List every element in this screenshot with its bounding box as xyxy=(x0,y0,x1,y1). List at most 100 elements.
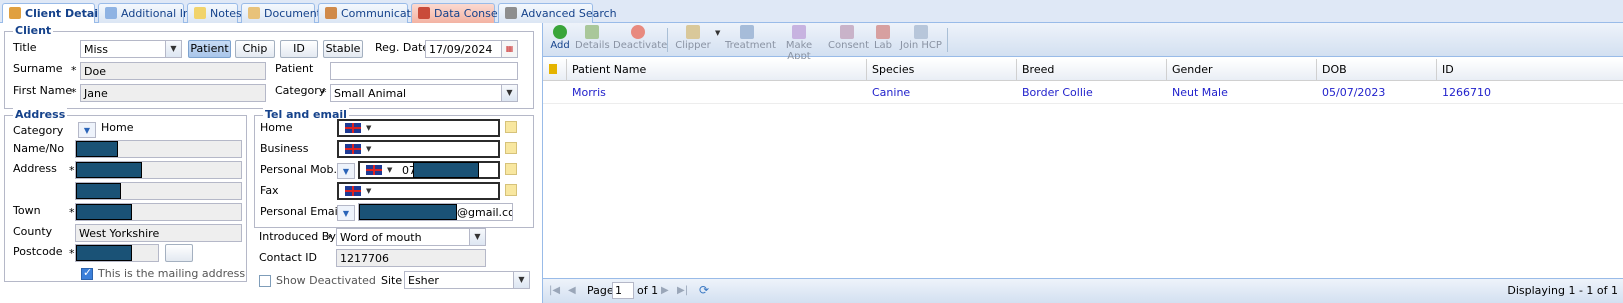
binoculars-icon xyxy=(505,7,517,19)
chevron-down-icon[interactable]: ▼ xyxy=(366,124,371,132)
required-marker: * xyxy=(321,86,327,99)
add-button[interactable]: Add xyxy=(549,25,571,51)
column-dob[interactable]: DOB xyxy=(1317,59,1437,81)
tab-data-consent[interactable]: Data Consent xyxy=(411,3,509,23)
delete-icon xyxy=(631,25,645,39)
chevron-down-icon[interactable]: ▼ xyxy=(366,187,371,195)
show-deactivated-checkbox[interactable] xyxy=(259,275,271,287)
lab-button[interactable]: Lab xyxy=(871,25,895,51)
chevron-down-icon[interactable]: ▼ xyxy=(501,85,517,101)
first-name-field[interactable]: Jane xyxy=(80,84,266,102)
page-count-label: of 1 xyxy=(637,284,659,297)
chevron-down-icon[interactable]: ▼ xyxy=(165,41,181,57)
calendar-icon xyxy=(792,25,806,39)
clipper-button[interactable]: Clipper xyxy=(673,25,713,51)
column-breed[interactable]: Breed xyxy=(1017,59,1167,81)
mobile-phone-input[interactable]: ▼ 07 xyxy=(358,161,500,179)
last-page-icon[interactable]: ▶| xyxy=(677,285,688,296)
cell-patient-name[interactable]: Morris xyxy=(567,82,867,104)
prev-page-icon[interactable]: ◀ xyxy=(568,285,576,296)
tab-client-details[interactable]: Client Details xyxy=(2,3,108,24)
business-phone-label: Business xyxy=(260,142,309,155)
refresh-icon[interactable]: ⟳ xyxy=(699,283,709,297)
note-icon[interactable] xyxy=(505,121,517,133)
postcode-lookup-button[interactable] xyxy=(165,244,193,262)
address-line1-field[interactable] xyxy=(75,161,242,179)
fax-input[interactable]: ▼ xyxy=(337,182,500,200)
column-gender[interactable]: Gender xyxy=(1167,59,1317,81)
consent-button[interactable]: Consent xyxy=(828,25,869,51)
tab-advanced-search[interactable]: Advanced Search xyxy=(498,3,617,23)
column-patient-name[interactable]: Patient Name xyxy=(567,59,867,81)
chevron-down-icon[interactable]: ▼ xyxy=(366,145,371,153)
communication-icon xyxy=(325,7,337,19)
site-select[interactable]: Esher ▼ xyxy=(404,271,530,289)
required-marker: * xyxy=(327,232,333,245)
chevron-down-icon[interactable]: ▼ xyxy=(715,29,720,37)
first-page-icon[interactable]: |◀ xyxy=(549,285,560,296)
id-button[interactable]: ID xyxy=(280,40,318,58)
postcode-field[interactable] xyxy=(75,244,159,262)
column-species[interactable]: Species xyxy=(867,59,1017,81)
tab-communication[interactable]: Communication xyxy=(318,3,428,23)
county-label: County xyxy=(13,225,53,238)
email-input[interactable]: @gmail.com xyxy=(358,203,513,221)
contact-id-label: Contact ID xyxy=(259,251,318,264)
chip-button[interactable]: Chip xyxy=(235,40,275,58)
stable-button[interactable]: Stable xyxy=(323,40,363,58)
business-phone-input[interactable]: ▼ xyxy=(337,140,500,158)
mailing-address-checkbox[interactable] xyxy=(81,266,93,280)
chevron-down-icon[interactable]: ▼ xyxy=(387,166,392,174)
address-legend: Address xyxy=(13,108,68,121)
county-field[interactable]: West Yorkshire xyxy=(75,224,242,242)
tel-email-fieldset: Tel and email Home ▼ Business ▼ Personal… xyxy=(254,108,534,228)
page-number-input[interactable]: 1 xyxy=(612,282,634,299)
next-page-icon[interactable]: ▶ xyxy=(661,285,669,296)
town-field[interactable] xyxy=(75,203,242,221)
chevron-down-icon[interactable]: ▼ xyxy=(469,229,485,245)
join-hcp-icon xyxy=(914,25,928,39)
mobile-phone-label: Personal Mob. xyxy=(260,163,337,176)
patient-button[interactable]: Patient xyxy=(188,40,231,58)
category-select[interactable]: Small Animal ▼ xyxy=(330,84,518,102)
table-row[interactable]: Morris Canine Border Collie Neut Male 05… xyxy=(543,82,1623,104)
treatment-button[interactable]: Treatment xyxy=(725,25,776,51)
redacted-block xyxy=(76,204,132,220)
mobile-type-dropdown[interactable]: ▼ xyxy=(337,163,355,179)
treatment-icon xyxy=(740,25,754,39)
chevron-down-icon[interactable]: ▼ xyxy=(513,272,529,288)
redacted-block xyxy=(76,245,132,261)
patients-toolbar: Add Details Deactivate Clipper ▼ Treatme… xyxy=(543,23,1623,62)
displaying-count: Displaying 1 - 1 of 1 xyxy=(1507,284,1618,297)
details-button[interactable]: Details xyxy=(575,25,610,51)
email-domain: @gmail.com xyxy=(457,206,512,219)
deactivate-button[interactable]: Deactivate xyxy=(613,25,667,51)
home-phone-input[interactable]: ▼ xyxy=(337,119,500,137)
calendar-icon[interactable]: ▦ xyxy=(501,41,517,57)
address-line2-field[interactable] xyxy=(75,182,242,200)
cell-species: Canine xyxy=(872,86,911,99)
tab-notes[interactable]: Notes xyxy=(187,3,242,23)
user-icon xyxy=(9,7,21,19)
patient-search-input[interactable] xyxy=(330,62,518,80)
email-type-dropdown[interactable]: ▼ xyxy=(337,205,355,221)
join-hcp-button[interactable]: Join HCP xyxy=(899,25,943,51)
redacted-block xyxy=(76,162,142,178)
make-appt-button[interactable]: Make Appt xyxy=(775,25,823,62)
introduced-by-label: Introduced By xyxy=(259,230,336,243)
reg-date-field[interactable]: 17/09/2024 ▦ xyxy=(425,40,518,58)
surname-field[interactable]: Doe xyxy=(80,62,266,80)
title-select[interactable]: Miss ▼ xyxy=(80,40,182,58)
toolbar-separator xyxy=(947,28,948,52)
address-category-dropdown[interactable]: ▼ xyxy=(78,122,96,138)
note-icon[interactable] xyxy=(505,142,517,154)
tab-additional-info[interactable]: Additional Info xyxy=(98,3,201,23)
name-no-field[interactable] xyxy=(75,140,242,158)
note-icon[interactable] xyxy=(505,163,517,175)
flag-column-header[interactable] xyxy=(543,59,567,81)
tab-documents[interactable]: Documents xyxy=(241,3,327,23)
patients-grid-header: Patient Name Species Breed Gender DOB ID xyxy=(543,59,1623,81)
note-icon[interactable] xyxy=(505,184,517,196)
column-id[interactable]: ID xyxy=(1437,59,1623,81)
introduced-by-select[interactable]: Word of mouth ▼ xyxy=(336,228,486,246)
